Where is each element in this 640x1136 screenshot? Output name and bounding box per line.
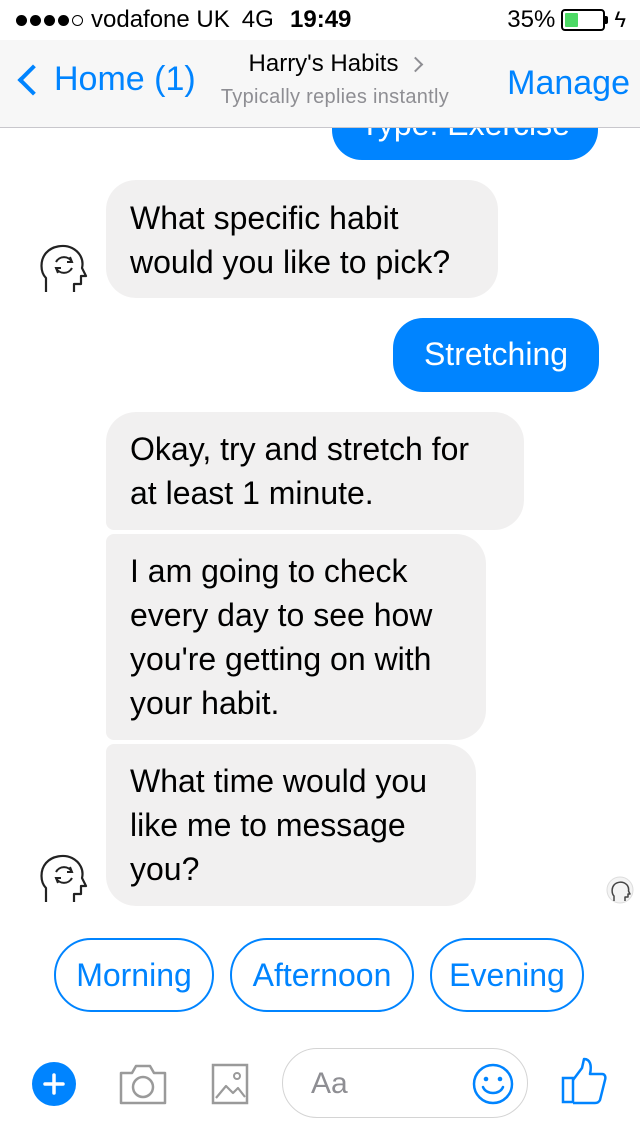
emoji-icon[interactable] bbox=[471, 1062, 515, 1106]
message-input[interactable] bbox=[311, 1065, 461, 1103]
navigation-bar: Home (1) Harry's Habits Typically replie… bbox=[0, 40, 640, 128]
carrier-name: vodafone UK bbox=[91, 6, 230, 33]
clock: 19:49 bbox=[290, 6, 352, 33]
read-receipt-avatar-icon bbox=[606, 876, 634, 904]
chevron-left-icon bbox=[17, 63, 49, 96]
quick-reply-evening[interactable]: Evening bbox=[430, 938, 584, 1012]
message-input-wrapper[interactable] bbox=[282, 1048, 528, 1118]
message-text: Stretching bbox=[423, 336, 569, 372]
battery-level bbox=[565, 13, 578, 27]
message-bubble-incoming[interactable]: I am going to check every day to see how… bbox=[106, 534, 486, 740]
conversation-title: Harry's Habits bbox=[195, 50, 475, 78]
back-label: Home (1) bbox=[54, 60, 196, 98]
gallery-icon[interactable] bbox=[210, 1062, 250, 1106]
message-bubble-outgoing[interactable]: Stretching bbox=[393, 318, 599, 392]
message-text: What time would you like me to message y… bbox=[130, 763, 428, 887]
back-button[interactable]: Home (1) bbox=[14, 60, 196, 99]
chevron-right-icon bbox=[408, 56, 424, 72]
battery-percent: 35% bbox=[507, 6, 556, 33]
message-text: What specific habit would you like to pi… bbox=[130, 200, 451, 280]
battery-icon bbox=[561, 9, 606, 31]
like-icon[interactable] bbox=[560, 1056, 608, 1106]
quick-reply-afternoon[interactable]: Afternoon bbox=[230, 938, 414, 1012]
battery-tip bbox=[605, 16, 609, 24]
bot-avatar-icon[interactable] bbox=[34, 850, 90, 906]
message-text: Okay, try and stretch for at least 1 min… bbox=[130, 431, 470, 511]
network-type: 4G bbox=[241, 6, 274, 33]
manage-button[interactable]: Manage bbox=[507, 64, 630, 103]
status-right: 35% ϟ bbox=[507, 6, 626, 34]
signal-strength-icon bbox=[16, 14, 83, 26]
conversation-header[interactable]: Harry's Habits Typically replies instant… bbox=[195, 50, 475, 109]
plus-icon[interactable] bbox=[32, 1062, 76, 1106]
response-time-subtitle: Typically replies instantly bbox=[220, 86, 450, 108]
page-title: Harry's Habits bbox=[248, 50, 399, 77]
status-left: vodafone UK 4G bbox=[16, 6, 296, 34]
message-bubble-incoming[interactable]: What time would you like me to message y… bbox=[106, 744, 476, 906]
quick-reply-morning[interactable]: Morning bbox=[54, 938, 214, 1012]
bot-avatar-icon[interactable] bbox=[34, 240, 90, 296]
message-bubble-incoming[interactable]: Okay, try and stretch for at least 1 min… bbox=[106, 412, 524, 530]
status-bar: vodafone UK 4G 19:49 35% ϟ bbox=[0, 0, 640, 40]
camera-icon[interactable] bbox=[118, 1062, 168, 1106]
message-text: I am going to check every day to see how… bbox=[130, 553, 433, 721]
message-bubble-incoming[interactable]: What specific habit would you like to pi… bbox=[106, 180, 498, 298]
plus-glyph bbox=[43, 1073, 65, 1095]
charging-icon: ϟ bbox=[614, 7, 626, 32]
